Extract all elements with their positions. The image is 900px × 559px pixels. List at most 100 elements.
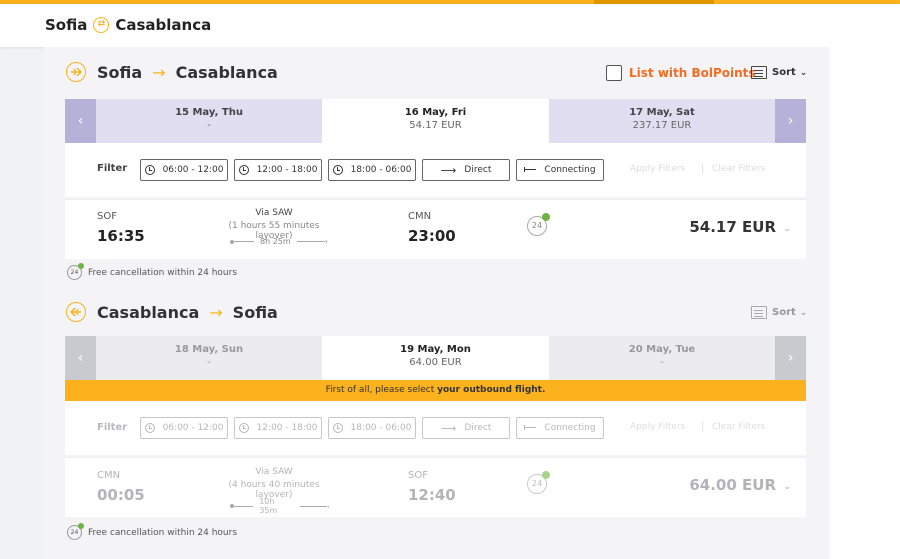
badge-text: 24 <box>531 479 543 488</box>
badge-text: 24 <box>531 221 543 230</box>
header-from: Sofia <box>45 16 88 34</box>
free-cancel-badge-icon: 24 <box>67 523 84 540</box>
filter-connecting-button[interactable]: Connecting <box>516 159 604 181</box>
bolpoints-label[interactable]: List with BolPoints <box>629 66 756 80</box>
flight-price: 64.00 EUR <box>689 476 776 494</box>
plane-icon <box>66 62 86 82</box>
filter-afternoon-button[interactable]: 12:00 - 18:00 <box>234 417 322 439</box>
free-cancel-label: Free cancellation within 24 hours <box>88 527 238 538</box>
date-cell-selected[interactable]: 16 May, Fri 54.17 EUR <box>322 99 549 143</box>
connecting-icon <box>524 425 537 431</box>
swap-icon[interactable]: ⇄ <box>93 17 110 33</box>
departure-code: CMN <box>97 470 121 481</box>
clock-icon <box>144 165 155 175</box>
duration-label: 10h 35m <box>259 497 278 515</box>
departure-time: 00:05 <box>97 486 145 504</box>
arrival-time: 12:40 <box>408 486 456 504</box>
departure-time: 16:35 <box>97 227 145 245</box>
clock-icon <box>238 165 249 175</box>
outbound-date-strip: ‹ 15 May, Thu - 16 May, Fri 54.17 EUR 17… <box>65 99 806 143</box>
chevron-down-icon: ⌄ <box>799 307 808 318</box>
filter-morning-label: 06:00 - 12:00 <box>162 423 224 433</box>
filter-afternoon-button[interactable]: 12:00 - 18:00 <box>234 159 322 181</box>
outbound-sort-button[interactable]: Sort ⌄ <box>751 66 807 79</box>
date-next-button[interactable]: › <box>775 336 806 380</box>
clock-icon <box>144 423 155 433</box>
chevron-down-icon[interactable]: ⌄ <box>783 224 791 234</box>
outbound-filter-bar: Filter 06:00 - 12:00 12:00 - 18:00 18:00… <box>65 143 806 197</box>
check-icon <box>542 213 550 221</box>
date-cell[interactable]: 18 May, Sun - <box>96 336 322 380</box>
plane-icon <box>66 302 86 322</box>
filter-direct-button[interactable]: ⟶ Direct <box>422 417 510 439</box>
arrival-code: CMN <box>408 211 432 222</box>
sort-icon <box>751 306 767 319</box>
departure-code: SOF <box>97 211 117 222</box>
return-sort-button[interactable]: Sort ⌄ <box>751 306 807 319</box>
date-cell-selected[interactable]: 19 May, Mon 64.00 EUR <box>322 336 549 380</box>
date-cell[interactable]: 15 May, Thu - <box>96 99 322 143</box>
date-price: - <box>660 357 664 368</box>
arrow-right-icon: ⟶ <box>440 163 457 177</box>
clear-filters-link[interactable]: Clear Filters <box>712 422 765 432</box>
bolpoints-checkbox[interactable] <box>606 65 622 81</box>
outbound-to: Casablanca <box>175 62 278 82</box>
bolpoints-toggle[interactable]: List with BolPoints <box>606 65 756 81</box>
return-filter-bar: Filter 06:00 - 12:00 12:00 - 18:00 18:00… <box>65 401 806 455</box>
filter-night-button[interactable]: 18:00 - 06:00 <box>328 417 416 439</box>
duration-line: 8h 25m › <box>230 237 330 246</box>
filter-direct-button[interactable]: ⟶ Direct <box>422 159 510 181</box>
clear-filters-link[interactable]: Clear Filters <box>712 164 765 174</box>
free-cancel-badge-icon: 24 <box>527 213 550 236</box>
date-prev-button[interactable]: ‹ <box>65 336 96 380</box>
filter-night-button[interactable]: 18:00 - 06:00 <box>328 159 416 181</box>
clock-icon <box>238 423 249 433</box>
notice-text: First of all, please select <box>325 385 438 395</box>
return-flight-row[interactable]: CMN 00:05 Via SAW (4 hours 40 minutes la… <box>65 457 806 517</box>
return-from: Casablanca <box>97 302 200 322</box>
arrival-code: SOF <box>408 470 428 481</box>
filter-connecting-button[interactable]: Connecting <box>516 417 604 439</box>
filter-morning-button[interactable]: 06:00 - 12:00 <box>140 159 228 181</box>
free-cancellation-note: 24 Free cancellation within 24 hours <box>67 263 237 280</box>
free-cancel-badge-icon: 24 <box>67 263 84 280</box>
sort-label: Sort <box>772 307 796 318</box>
date-next-button[interactable]: › <box>775 99 806 143</box>
filter-direct-label: Direct <box>464 423 492 433</box>
filter-connecting-label: Connecting <box>544 423 596 433</box>
outbound-flight-row[interactable]: SOF 16:35 Via SAW (1 hours 55 minutes la… <box>65 199 806 259</box>
filter-connecting-label: Connecting <box>544 165 596 175</box>
date-label: 19 May, Mon <box>400 344 471 355</box>
date-cell[interactable]: 20 May, Tue - <box>549 336 775 380</box>
filter-afternoon-label: 12:00 - 18:00 <box>256 423 318 433</box>
filter-label: Filter <box>97 163 128 174</box>
filter-morning-button[interactable]: 06:00 - 12:00 <box>140 417 228 439</box>
free-cancel-badge-icon: 24 <box>527 471 550 494</box>
return-heading: Casablanca → Sofia <box>66 302 278 322</box>
check-icon <box>542 471 550 479</box>
via-label: Via SAW <box>255 467 293 477</box>
date-cell[interactable]: 17 May, Sat 237.17 EUR <box>549 99 775 143</box>
connecting-icon <box>524 167 537 173</box>
clock-icon <box>332 423 343 433</box>
filter-separator: | <box>701 163 705 174</box>
apply-filters-link[interactable]: Apply Filters <box>630 164 685 174</box>
date-label: 18 May, Sun <box>174 344 244 355</box>
chevron-down-icon: ⌄ <box>799 67 808 78</box>
date-prev-button[interactable]: ‹ <box>65 99 96 143</box>
return-date-strip: ‹ 18 May, Sun - 19 May, Mon 64.00 EUR 20… <box>65 336 806 380</box>
date-label: 20 May, Tue <box>628 344 696 355</box>
free-cancellation-note: 24 Free cancellation within 24 hours <box>67 523 238 540</box>
chevron-down-icon[interactable]: ⌄ <box>783 482 791 492</box>
check-icon <box>78 263 84 269</box>
date-label: 15 May, Thu <box>175 107 243 118</box>
filter-night-label: 18:00 - 06:00 <box>350 423 412 433</box>
duration-label: 8h 25m <box>260 237 291 246</box>
page-header: Sofia ⇄ Casablanca <box>0 4 900 47</box>
filter-night-label: 18:00 - 06:00 <box>350 165 412 175</box>
filter-separator: | <box>701 421 705 432</box>
clock-icon <box>332 165 343 175</box>
arrival-time: 23:00 <box>408 227 456 245</box>
filter-label: Filter <box>97 422 128 433</box>
apply-filters-link[interactable]: Apply Filters <box>630 422 685 432</box>
